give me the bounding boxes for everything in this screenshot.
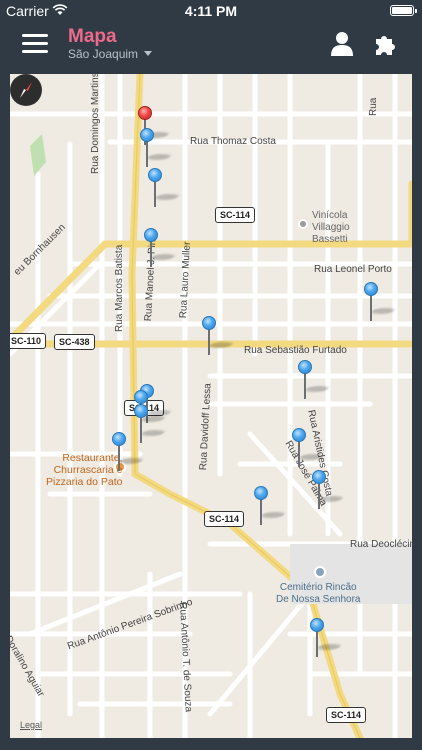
menu-line-icon xyxy=(22,34,48,37)
winery-label: Vinícola Villaggio Bassetti xyxy=(312,210,350,245)
map-pin[interactable] xyxy=(202,316,235,356)
map-pin[interactable] xyxy=(312,470,345,510)
highway-shield: SC-114 xyxy=(204,511,245,527)
highway-shield: SC-114 xyxy=(215,207,256,223)
street-label: Rua Sebastião Furtado xyxy=(244,345,347,356)
clock: 4:11 PM xyxy=(184,3,238,19)
street-label: Rua Domingos Martins xyxy=(90,74,101,174)
compass-icon[interactable] xyxy=(10,74,42,106)
highway-shield: SC-110 xyxy=(10,333,47,349)
menu-line-icon xyxy=(22,50,48,53)
user-profile-button[interactable] xyxy=(330,31,354,57)
map-pin[interactable] xyxy=(298,360,331,400)
hamburger-menu-button[interactable] xyxy=(22,34,48,56)
street-label: Rua Marcos Batista xyxy=(114,244,125,332)
highway-shield: SC-438 xyxy=(54,334,95,350)
restaurant-label: Restaurante, Churrascaria e Pizzaria do Pa… xyxy=(46,452,123,488)
map-view[interactable]: Rua Domingos Martins Rua Thomaz Costa eu… xyxy=(10,74,412,738)
cemetery-label: Cemitério Rincão De Nossa Senhora xyxy=(276,582,361,605)
page-title: Mapa xyxy=(68,26,117,47)
map-pin[interactable] xyxy=(292,428,325,468)
city-label: São Joaquim xyxy=(68,47,139,61)
puzzle-extensions-button[interactable] xyxy=(372,30,400,58)
cemetery-marker-icon[interactable] xyxy=(314,566,326,578)
legal-link[interactable]: Legal xyxy=(20,720,42,730)
map-pin[interactable] xyxy=(134,404,167,444)
map-pin[interactable] xyxy=(112,432,145,472)
street-label: Rua Deoclécir xyxy=(350,539,412,550)
navigation-bar: Mapa São Joaquim xyxy=(0,22,422,70)
street-label: Rua Thomaz Costa xyxy=(190,136,276,147)
menu-line-icon xyxy=(22,42,48,45)
highway-shield: SC-114 xyxy=(326,707,367,723)
battery-icon xyxy=(390,5,417,16)
city-selector[interactable]: São Joaquim xyxy=(68,47,153,61)
street-label: Rua Leonel Porto xyxy=(314,264,392,275)
map-pin[interactable] xyxy=(254,486,287,526)
winery-marker-icon[interactable] xyxy=(298,219,308,229)
street-label: Rua xyxy=(368,97,379,116)
status-bar: Carrier 4:11 PM xyxy=(0,0,422,22)
map-pin[interactable] xyxy=(148,168,181,208)
map-pin[interactable] xyxy=(144,228,177,268)
caret-down-icon xyxy=(144,51,153,56)
map-pin[interactable] xyxy=(140,128,173,168)
map-pin[interactable] xyxy=(310,618,343,658)
map-pin[interactable] xyxy=(364,282,397,322)
